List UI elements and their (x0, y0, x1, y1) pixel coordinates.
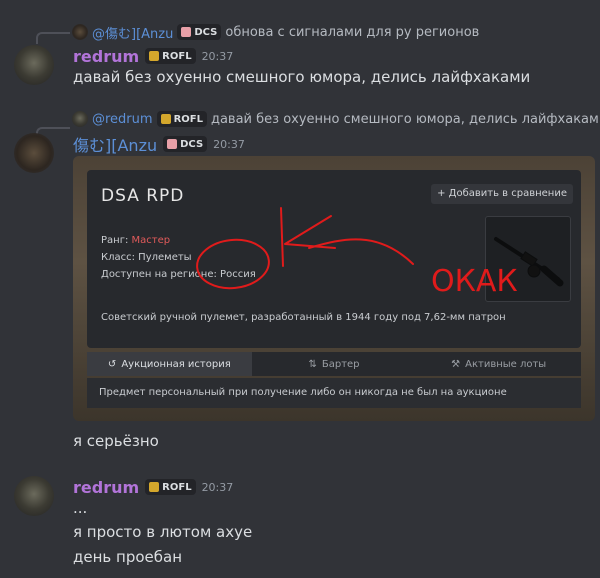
reply-text[interactable]: обнова с сигналами для ру регионов (225, 25, 479, 40)
avatar (72, 111, 88, 127)
role-tag: ROFL (145, 479, 196, 495)
role-tag-label: ROFL (162, 481, 192, 493)
role-tag-label: DCS (194, 26, 218, 38)
role-tag-label: ROFL (173, 113, 203, 125)
class-value: Пулеметы (138, 252, 192, 263)
item-card: DSA RPD + Добавить в сравнение Ранг: Мас… (87, 170, 581, 348)
class-label: Класс: (101, 252, 135, 263)
tab-label: Бартер (321, 358, 360, 370)
item-properties: Ранг: Мастер Класс: Пулеметы Доступен на… (101, 232, 256, 283)
item-description: Советский ручной пулемет, разработанный … (101, 312, 506, 323)
item-title: DSA RPD (101, 186, 185, 206)
machine-gun-icon (494, 237, 564, 287)
attached-image[interactable]: DSA RPD + Добавить в сравнение Ранг: Мас… (73, 156, 595, 421)
reply-author[interactable]: @傷む][Anzu (92, 23, 173, 42)
avatar (72, 24, 88, 40)
region-label: Доступен на регионе: (101, 269, 217, 280)
heart-icon (181, 27, 192, 37)
history-icon: ↺ (107, 358, 117, 370)
region-value: Россия (220, 269, 256, 280)
rofl-icon (149, 482, 160, 492)
message-header: redrum ROFL 20:37 (73, 46, 233, 66)
reply-connector (36, 32, 70, 44)
rank-label: Ранг: (101, 235, 129, 246)
avatar[interactable] (14, 45, 54, 85)
message-text: я просто в лютом ахуе (73, 523, 253, 541)
rofl-icon (160, 114, 171, 124)
reply-preview[interactable]: @redrum ROFL давай без охуенно смешного … (72, 110, 600, 128)
role-tag: DCS (163, 136, 208, 152)
reply-preview[interactable]: @傷む][Anzu DCS обнова с сигналами для ру … (72, 23, 479, 42)
tab-content-message: Предмет персональный при получение либо … (99, 387, 507, 398)
tab-auction-history[interactable]: ↺ Аукционная история (87, 352, 252, 376)
username[interactable]: 傷む][Anzu (73, 132, 157, 156)
tab-label: Активные лоты (465, 358, 547, 370)
avatar[interactable] (14, 476, 54, 516)
username[interactable]: redrum (73, 47, 139, 66)
username[interactable]: redrum (73, 478, 139, 497)
gavel-icon: ⚒ (451, 358, 461, 370)
message-text: день проебан (73, 548, 182, 566)
role-tag: ROFL (145, 48, 196, 64)
timestamp: 20:37 (201, 49, 234, 63)
swap-icon: ⇅ (308, 358, 317, 370)
heart-icon (167, 139, 178, 149)
message-text: давай без охуенно смешного юмора, делись… (73, 68, 531, 86)
avatar[interactable] (14, 133, 54, 173)
rank-value: Мастер (131, 235, 171, 246)
tab-active-lots[interactable]: ⚒ Активные лоты (416, 352, 581, 376)
tab-label: Аукционная история (121, 358, 231, 370)
rofl-icon (149, 51, 160, 61)
message-header: redrum ROFL 20:37 (73, 477, 233, 497)
tab-content: Предмет персональный при получение либо … (87, 378, 581, 408)
tab-bar: ↺ Аукционная история ⇅ Бартер ⚒ Активные… (87, 352, 581, 376)
message-header: 傷む][Anzu DCS 20:37 (73, 132, 245, 156)
reply-text[interactable]: давай без охуенно смешного юмора, делись… (211, 112, 600, 127)
role-tag-label: ROFL (162, 50, 192, 62)
tab-barter[interactable]: ⇅ Бартер (252, 352, 417, 376)
message-text: ... (73, 499, 88, 517)
message-text: я серьёзно (73, 432, 159, 450)
add-to-compare-button[interactable]: + Добавить в сравнение (431, 184, 573, 204)
timestamp: 20:37 (213, 137, 245, 151)
reply-author[interactable]: @redrum (92, 112, 153, 127)
role-tag: DCS (177, 24, 222, 40)
weapon-image (485, 216, 571, 302)
role-tag: ROFL (156, 111, 207, 127)
timestamp: 20:37 (201, 480, 234, 494)
role-tag-label: DCS (180, 138, 204, 150)
